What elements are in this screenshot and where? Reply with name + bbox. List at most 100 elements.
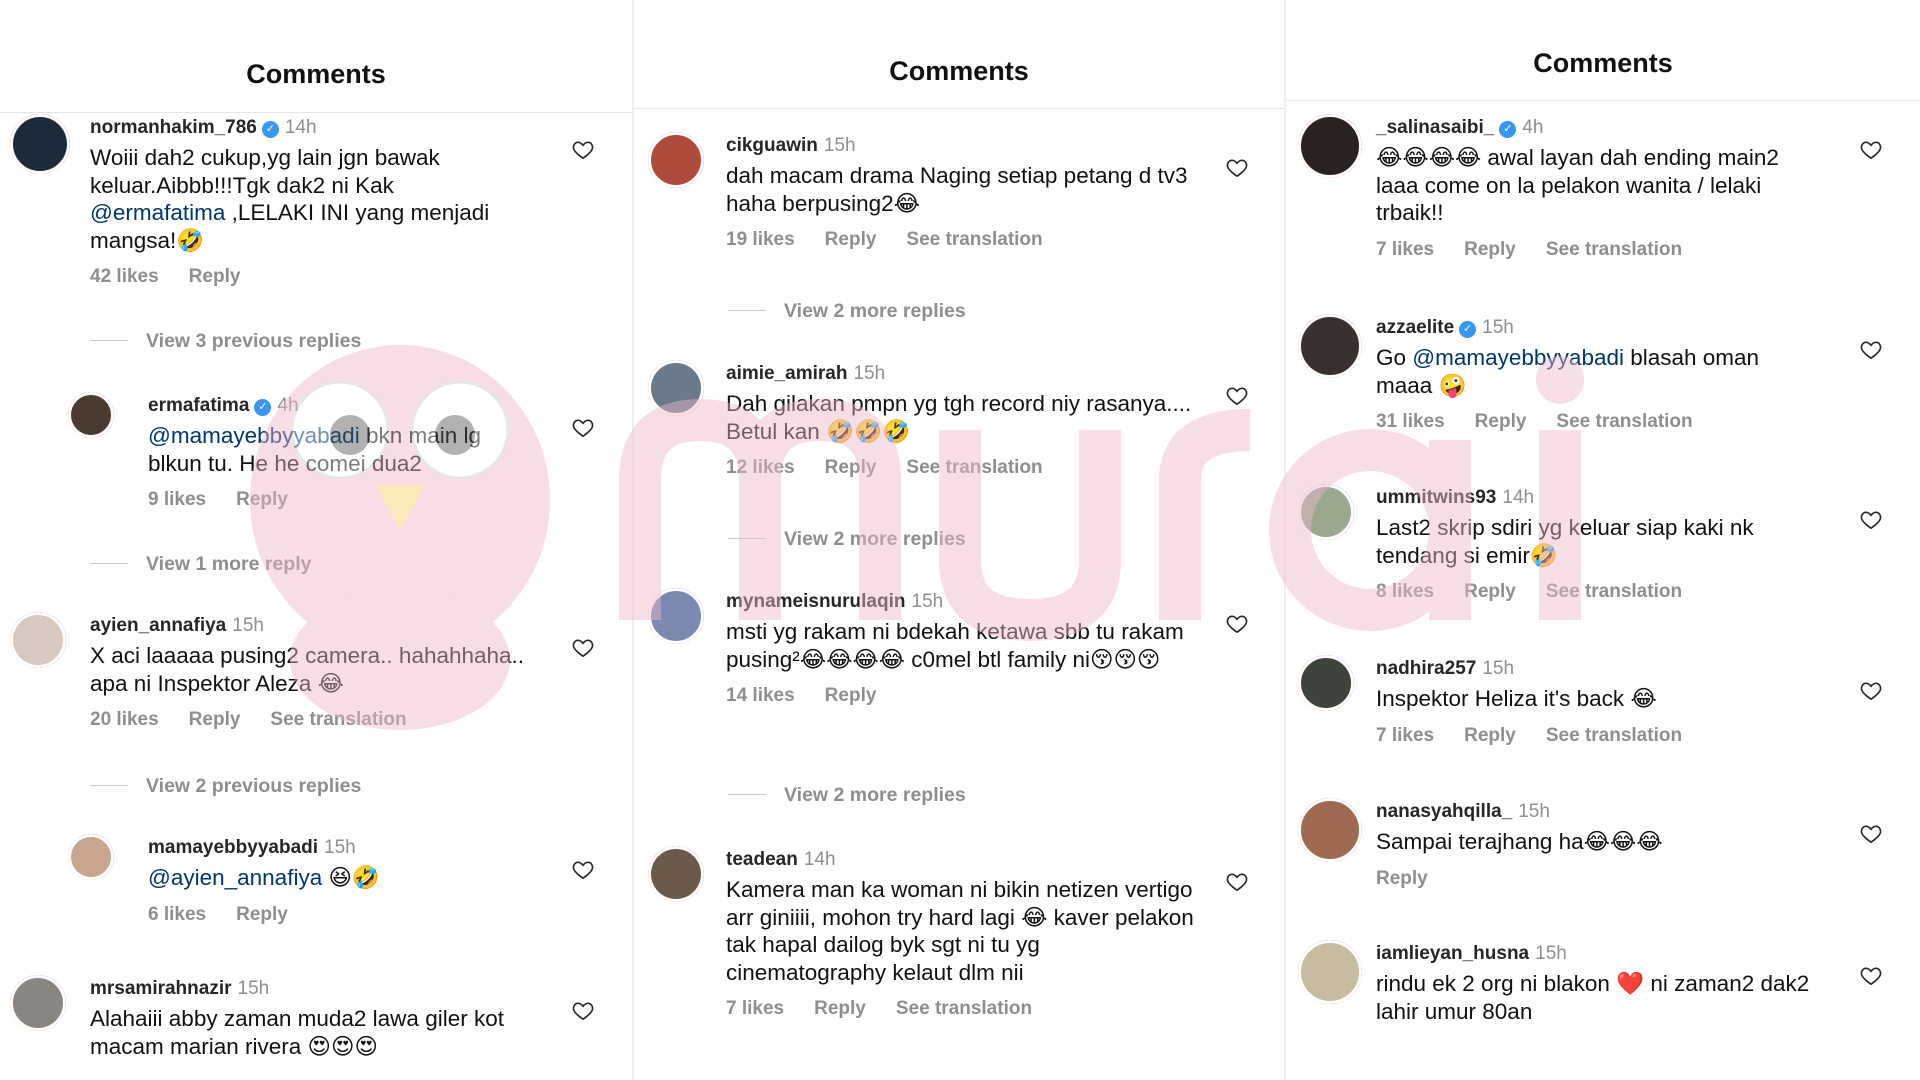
see-translation-button[interactable]: See translation	[1546, 725, 1682, 746]
comment-text: Inspektor Heliza it's back 😂	[1376, 685, 1816, 713]
like-heart-icon[interactable]	[572, 140, 594, 160]
like-heart-icon[interactable]	[1226, 386, 1248, 406]
view-more-replies-button[interactable]: View 1 more reply	[90, 553, 311, 576]
comment-time: 15h	[1482, 658, 1515, 679]
reply-button[interactable]: Reply	[189, 266, 241, 287]
likes-count[interactable]: 20 likes	[90, 709, 159, 730]
likes-count[interactable]: 12 likes	[726, 457, 795, 478]
username-link[interactable]: ayien_annafiya	[90, 615, 226, 636]
username-link[interactable]: mamayebbyyabadi	[148, 837, 318, 858]
likes-count[interactable]: 14 likes	[726, 685, 795, 706]
see-translation-button[interactable]: See translation	[896, 998, 1032, 1019]
comment-text-segment: rindu ek 2 org ni blakon ❤️ ni zaman2 da…	[1376, 971, 1810, 1024]
see-translation-button[interactable]: See translation	[1546, 239, 1682, 260]
like-heart-icon[interactable]	[1860, 140, 1882, 160]
comment-time: 15h	[1482, 317, 1514, 338]
username-link[interactable]: aimie_amirah	[726, 363, 847, 384]
username-link[interactable]: nadhira257	[1376, 658, 1476, 679]
view-more-replies-button[interactable]: View 2 more replies	[728, 300, 966, 323]
comment-text-segment: dah macam drama Naging setiap petang d t…	[726, 163, 1188, 216]
avatar[interactable]	[10, 114, 70, 174]
avatar[interactable]	[648, 588, 704, 644]
see-translation-button[interactable]: See translation	[1556, 411, 1692, 432]
reply-button[interactable]: Reply	[1464, 581, 1516, 602]
likes-count[interactable]: 19 likes	[726, 229, 795, 250]
likes-count[interactable]: 8 likes	[1376, 581, 1434, 602]
avatar[interactable]	[648, 132, 704, 188]
username-link[interactable]: ummitwins93	[1376, 487, 1496, 508]
view-more-label: View 1 more reply	[146, 553, 312, 575]
see-translation-button[interactable]: See translation	[906, 457, 1042, 478]
likes-count[interactable]: 9 likes	[148, 489, 206, 510]
view-more-replies-button[interactable]: View 2 previous replies	[90, 775, 361, 798]
mention-link[interactable]: @mamayebbyyabadi	[1412, 345, 1624, 370]
mention-link[interactable]: @mamayebbyyabadi	[148, 423, 360, 448]
comment-text-segment: Dah gilakan pmpn yg tgh record niy rasan…	[726, 391, 1192, 444]
username-link[interactable]: mynameisnurulaqin	[726, 591, 906, 612]
comment-actions: 14 likes Reply	[726, 685, 906, 707]
reply-button[interactable]: Reply	[1376, 868, 1428, 889]
reply-button[interactable]: Reply	[1475, 411, 1527, 432]
see-translation-button[interactable]: See translation	[1546, 581, 1682, 602]
comment-header: ermafatima ✓ 4h	[148, 394, 299, 418]
like-heart-icon[interactable]	[1226, 158, 1248, 178]
username-link[interactable]: _salinasaibi_	[1376, 117, 1494, 138]
avatar[interactable]	[1298, 940, 1362, 1004]
username-link[interactable]: teadean	[726, 849, 798, 870]
like-heart-icon[interactable]	[1860, 681, 1882, 701]
like-heart-icon[interactable]	[1860, 340, 1882, 360]
view-more-replies-button[interactable]: View 2 more replies	[728, 528, 966, 551]
avatar[interactable]	[1298, 114, 1362, 178]
avatar[interactable]	[1298, 314, 1362, 378]
like-heart-icon[interactable]	[1860, 824, 1882, 844]
comment-actions: 20 likes Reply See translation	[90, 709, 437, 731]
likes-count[interactable]: 6 likes	[148, 904, 206, 925]
username-link[interactable]: ermafatima	[148, 395, 249, 416]
like-heart-icon[interactable]	[1226, 872, 1248, 892]
avatar[interactable]	[10, 975, 66, 1031]
mention-link[interactable]: @ermafatima	[90, 200, 225, 225]
see-translation-button[interactable]: See translation	[270, 709, 406, 730]
reply-button[interactable]: Reply	[1464, 239, 1516, 260]
reply-button[interactable]: Reply	[189, 709, 241, 730]
username-link[interactable]: mrsamirahnazir	[90, 978, 232, 999]
like-heart-icon[interactable]	[1860, 966, 1882, 986]
like-heart-icon[interactable]	[572, 1001, 594, 1021]
username-link[interactable]: cikguawin	[726, 135, 818, 156]
see-translation-button[interactable]: See translation	[906, 229, 1042, 250]
header-divider	[1286, 100, 1920, 101]
avatar[interactable]	[648, 360, 704, 416]
avatar[interactable]	[648, 846, 704, 902]
likes-count[interactable]: 42 likes	[90, 266, 159, 287]
likes-count[interactable]: 31 likes	[1376, 411, 1445, 432]
reply-button[interactable]: Reply	[825, 685, 877, 706]
avatar[interactable]	[10, 612, 66, 668]
reply-button[interactable]: Reply	[825, 457, 877, 478]
likes-count[interactable]: 7 likes	[726, 998, 784, 1019]
mention-link[interactable]: @ayien_annafiya	[148, 865, 322, 890]
likes-count[interactable]: 7 likes	[1376, 239, 1434, 260]
reply-button[interactable]: Reply	[1464, 725, 1516, 746]
likes-count[interactable]: 7 likes	[1376, 725, 1434, 746]
username-link[interactable]: azzaelite	[1376, 317, 1454, 338]
reply-button[interactable]: Reply	[236, 489, 288, 510]
avatar[interactable]	[68, 834, 114, 880]
reply-button[interactable]: Reply	[825, 229, 877, 250]
comment-actions: 31 likes Reply See translation	[1376, 411, 1723, 433]
username-link[interactable]: iamlieyan_husna	[1376, 943, 1529, 964]
avatar[interactable]	[1298, 484, 1354, 540]
avatar[interactable]	[68, 392, 114, 438]
avatar[interactable]	[1298, 798, 1362, 862]
username-link[interactable]: nanasyahqilla_	[1376, 801, 1512, 822]
username-link[interactable]: normanhakim_786	[90, 117, 257, 138]
like-heart-icon[interactable]	[1226, 614, 1248, 634]
like-heart-icon[interactable]	[572, 860, 594, 880]
view-more-replies-button[interactable]: View 3 previous replies	[90, 330, 361, 353]
view-more-replies-button[interactable]: View 2 more replies	[728, 784, 966, 807]
like-heart-icon[interactable]	[1860, 510, 1882, 530]
reply-button[interactable]: Reply	[814, 998, 866, 1019]
avatar[interactable]	[1298, 655, 1354, 711]
like-heart-icon[interactable]	[572, 418, 594, 438]
reply-button[interactable]: Reply	[236, 904, 288, 925]
like-heart-icon[interactable]	[572, 638, 594, 658]
